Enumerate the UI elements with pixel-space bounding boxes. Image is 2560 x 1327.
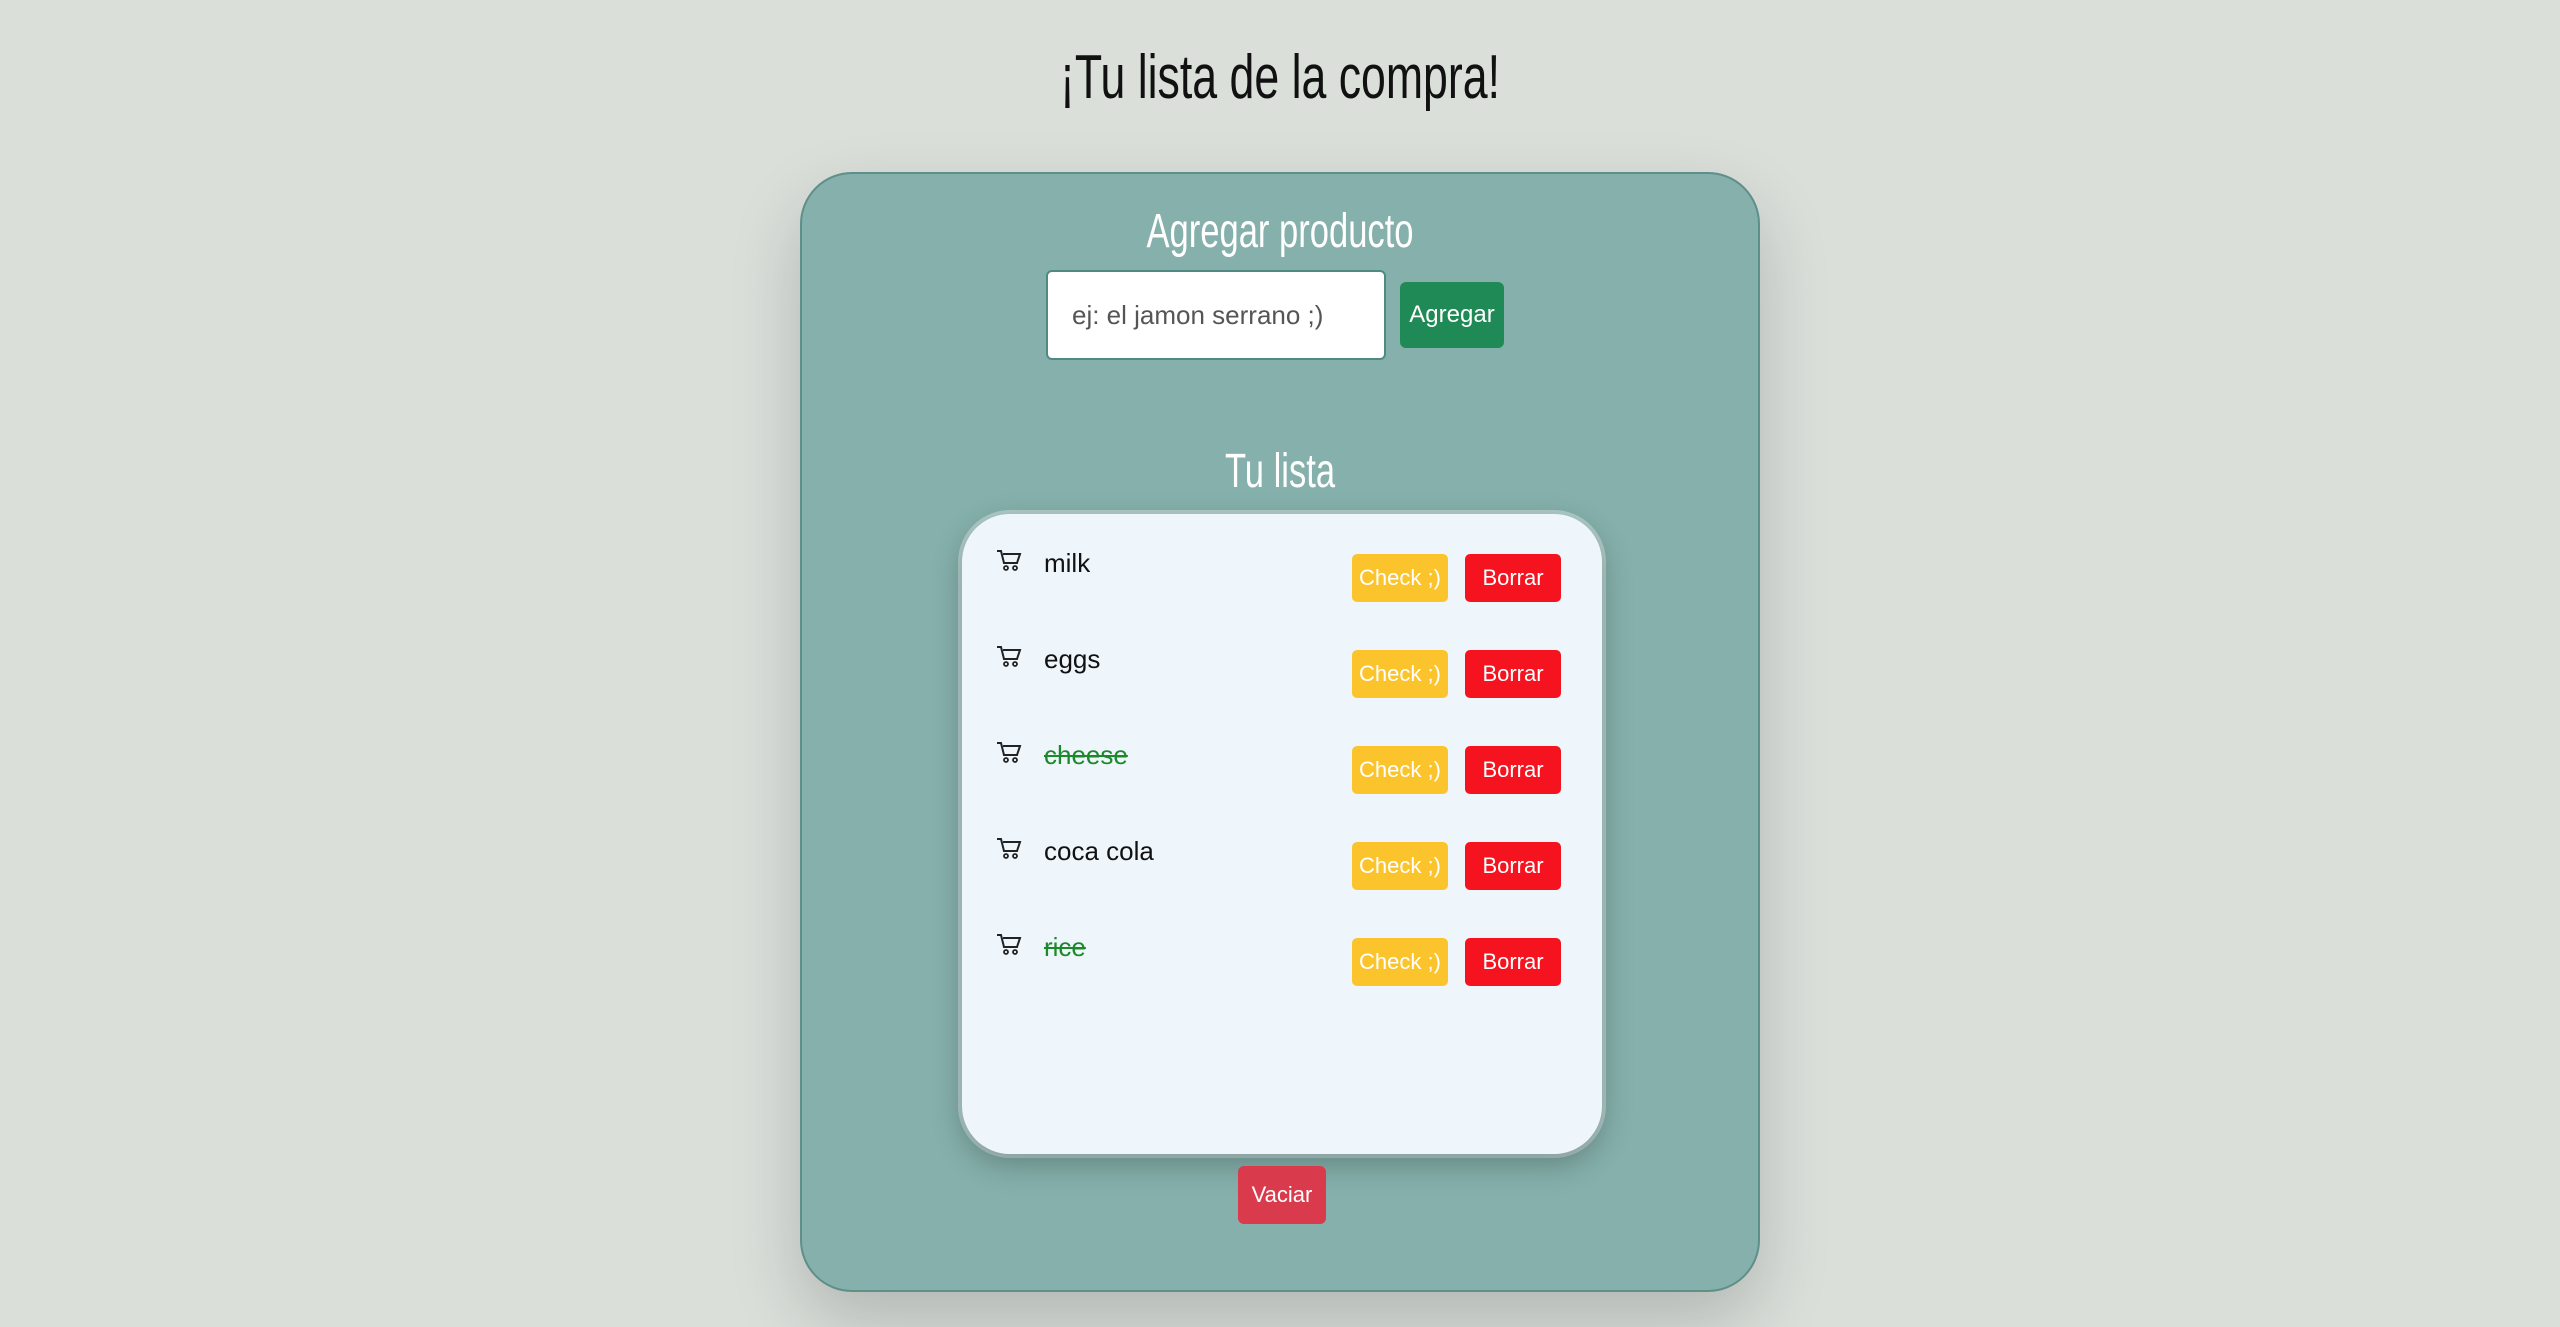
list-item: coca cola Check ;) Borrar: [962, 802, 1602, 898]
cart-icon: [996, 548, 1022, 572]
page: ¡Tu lista de la compra! Agregar producto…: [0, 0, 2560, 1327]
check-button[interactable]: Check ;): [1352, 842, 1448, 890]
check-button[interactable]: Check ;): [1352, 650, 1448, 698]
delete-button[interactable]: Borrar: [1465, 842, 1561, 890]
delete-button[interactable]: Borrar: [1465, 554, 1561, 602]
page-title: ¡Tu lista de la compra!: [1060, 43, 1500, 112]
item-label: milk: [1044, 548, 1091, 578]
shopping-list: milk Check ;) Borrar eggs Check ;) Borra…: [962, 514, 1602, 1154]
item-label: coca cola: [1044, 836, 1154, 866]
delete-button[interactable]: Borrar: [1465, 938, 1561, 986]
product-input[interactable]: [1046, 270, 1386, 360]
check-button[interactable]: Check ;): [1352, 746, 1448, 794]
add-button[interactable]: Agregar: [1400, 282, 1504, 348]
item-label: cheese: [1044, 740, 1128, 770]
check-button[interactable]: Check ;): [1352, 938, 1448, 986]
item-label: eggs: [1044, 644, 1101, 674]
shopping-card: Agregar producto Agregar Tu lista milk C…: [800, 172, 1760, 1292]
list-item: rice Check ;) Borrar: [962, 898, 1602, 994]
delete-button[interactable]: Borrar: [1465, 650, 1561, 698]
delete-button[interactable]: Borrar: [1465, 746, 1561, 794]
list-item: cheese Check ;) Borrar: [962, 706, 1602, 802]
cart-icon: [996, 932, 1022, 956]
clear-list-button[interactable]: Vaciar: [1238, 1166, 1326, 1224]
item-label: rice: [1044, 932, 1086, 962]
list-item: eggs Check ;) Borrar: [962, 610, 1602, 706]
list-item: milk Check ;) Borrar: [962, 514, 1602, 610]
cart-icon: [996, 836, 1022, 860]
list-title: Tu lista: [1224, 445, 1336, 498]
check-button[interactable]: Check ;): [1352, 554, 1448, 602]
cart-icon: [996, 740, 1022, 764]
cart-icon: [996, 644, 1022, 668]
add-product-title: Agregar producto: [1146, 205, 1414, 258]
